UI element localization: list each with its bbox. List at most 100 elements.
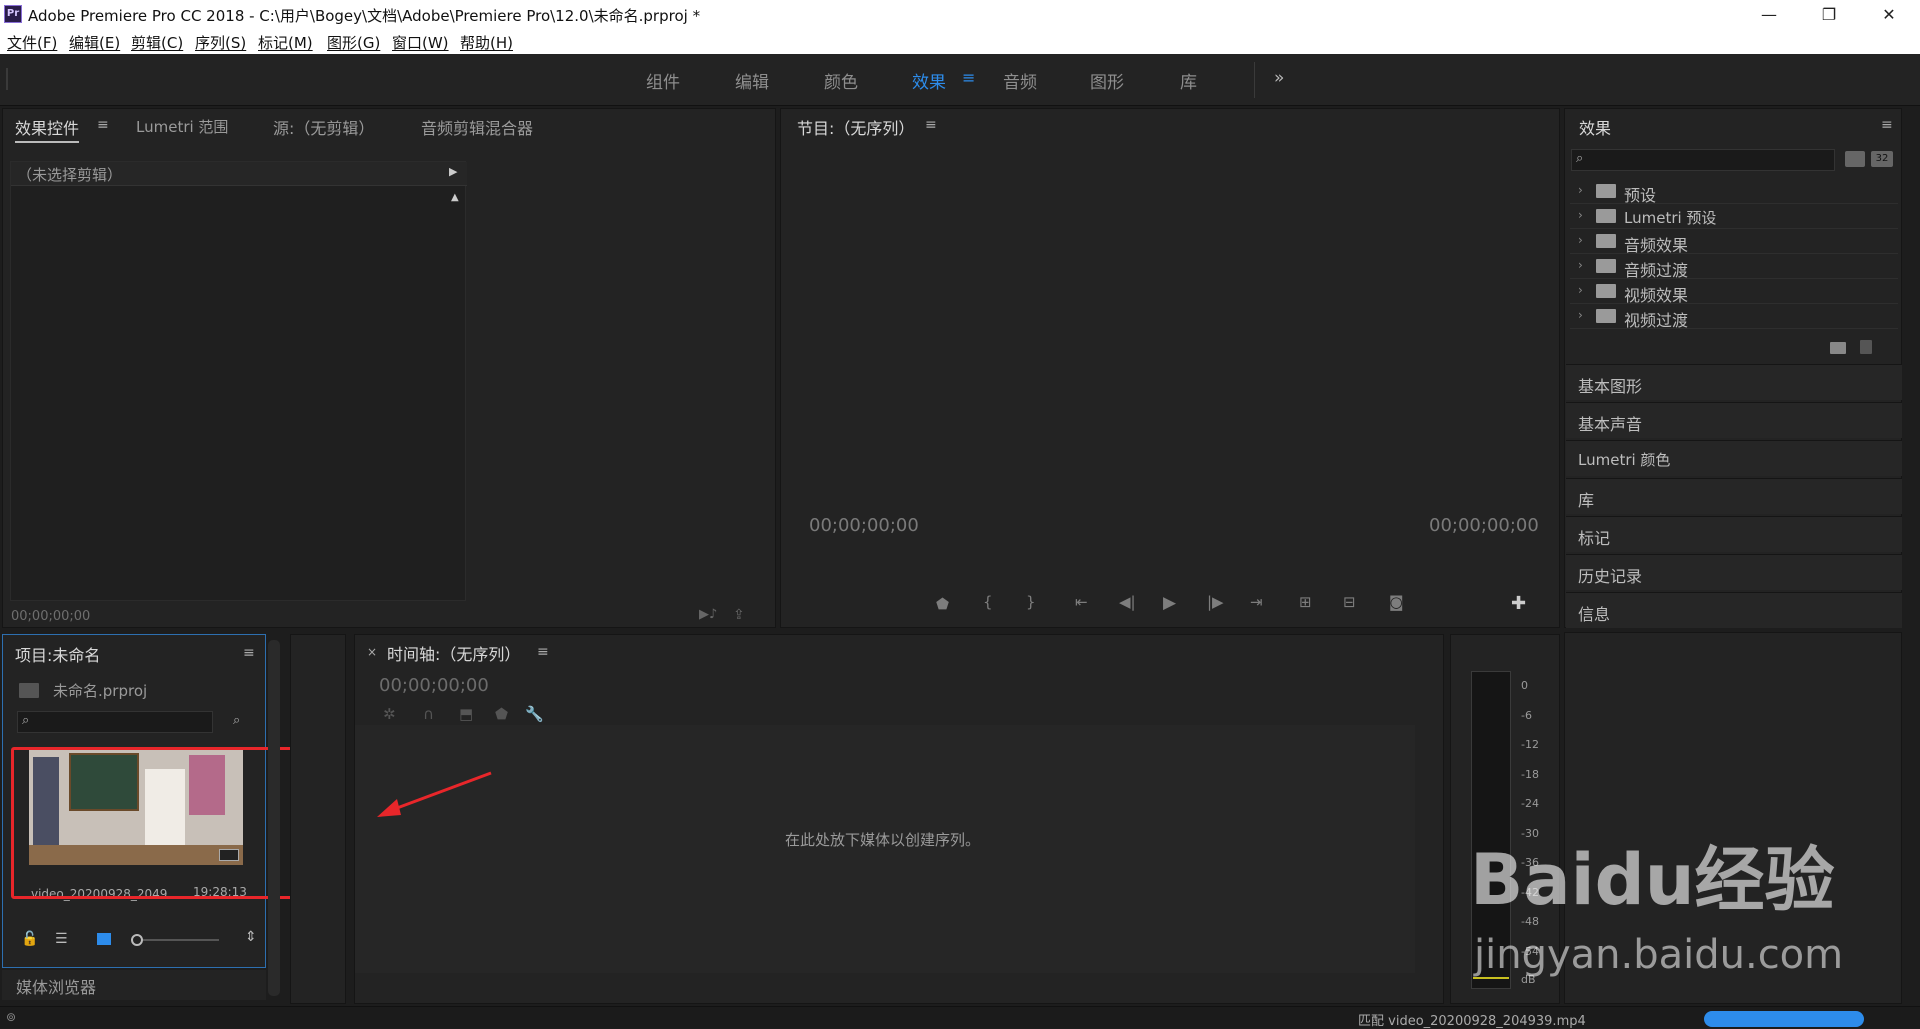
progress-bar [1704, 1011, 1864, 1027]
status-icon[interactable]: ⊚ [6, 1010, 16, 1024]
menu-sequence[interactable]: 序列(S) [195, 32, 246, 53]
section-info[interactable]: 信息 [1566, 592, 1902, 628]
arrow-head [377, 799, 401, 817]
tab-source[interactable]: 源:（无剪辑） [273, 115, 374, 139]
minimize-button[interactable]: — [1746, 0, 1792, 29]
program-timecode-left[interactable]: 00;00;00;00 [809, 515, 919, 536]
add-marker-icon[interactable]: ⬟ [936, 595, 949, 613]
menu-clip[interactable]: 剪辑(C) [131, 32, 183, 53]
workspace-graphics[interactable]: 图形 [1090, 68, 1124, 93]
find-icon[interactable]: ⌕ [233, 713, 240, 728]
zoom-slider-track[interactable] [143, 939, 219, 941]
workspace-libraries[interactable]: 库 [1180, 68, 1197, 93]
folder-icon [1596, 209, 1616, 223]
tab-lumetri-scopes[interactable]: Lumetri 范围 [136, 116, 228, 137]
workspace-effects[interactable]: 效果 [912, 68, 946, 93]
accelerated-effects-icon[interactable] [1845, 151, 1865, 167]
list-view-icon[interactable]: ☰ [55, 931, 68, 947]
button-editor-icon[interactable]: ✚ [1511, 593, 1526, 614]
sort-icon[interactable]: ⇕ [245, 929, 257, 945]
menu-file[interactable]: 文件(F) [7, 32, 57, 53]
step-back-icon[interactable]: ◀| [1119, 593, 1136, 611]
32bit-effects-icon[interactable]: 32 [1871, 151, 1893, 167]
play-audio-icon[interactable]: ▶♪ [699, 607, 717, 622]
step-forward-icon[interactable]: |▶ [1207, 593, 1224, 611]
workspace-overflow-icon[interactable]: » [1274, 68, 1284, 88]
project-menu-icon[interactable]: ≡ [243, 645, 255, 661]
export-icon[interactable]: ⇪ [733, 607, 745, 623]
project-scrollbar[interactable] [268, 640, 280, 996]
export-frame-icon[interactable]: ◙ [1389, 593, 1404, 611]
workspace-color[interactable]: 颜色 [824, 68, 858, 93]
add-marker-timeline-icon[interactable]: ⬒ [459, 705, 473, 723]
lock-icon[interactable]: 🔓 [21, 931, 38, 947]
timeline-drop-area[interactable]: 在此处放下媒体以创建序列。 [355, 725, 1415, 973]
program-monitor-panel: 节目:（无序列） ≡ 00;00;00;00 00;00;00;00 ⬟ { }… [780, 108, 1560, 628]
workspace-editing[interactable]: 编辑 [735, 68, 769, 93]
media-browser-tab[interactable]: 媒体浏览器 [2, 970, 266, 1000]
program-menu-icon[interactable]: ≡ [925, 117, 937, 133]
effects-item-video-transitions[interactable]: › 视频过渡 [1570, 305, 1898, 330]
panel-menu-icon[interactable]: ≡ [97, 117, 109, 133]
restore-button[interactable]: ❐ [1806, 0, 1852, 29]
effects-search-input[interactable]: ⌕ [1571, 149, 1835, 171]
wrench-icon[interactable]: 🔧 [525, 705, 544, 723]
section-libraries[interactable]: 库 [1566, 478, 1902, 514]
new-bin-icon[interactable] [1830, 342, 1846, 354]
close-button[interactable]: ✕ [1866, 0, 1912, 29]
effects-item-audio-effects[interactable]: › 音频效果 [1570, 230, 1898, 255]
tab-effect-controls[interactable]: 效果控件 [15, 115, 80, 143]
play-icon[interactable]: ▶ [1163, 593, 1176, 613]
timeline-menu-icon[interactable]: ≡ [537, 644, 549, 660]
go-to-out-icon[interactable]: ⇥ [1250, 593, 1263, 611]
extract-icon[interactable]: ⊟ [1343, 593, 1356, 611]
section-lumetri-color[interactable]: Lumetri 颜色 [1566, 440, 1902, 476]
menu-markers[interactable]: 标记(M) [258, 32, 313, 53]
effects-item-presets[interactable]: › 预设 [1570, 180, 1898, 205]
annotation-arrow [377, 771, 492, 817]
go-to-in-icon[interactable]: ⇤ [1075, 593, 1088, 611]
linked-selection-icon[interactable]: ∩ [423, 705, 434, 723]
menu-graphics[interactable]: 图形(G) [327, 32, 380, 53]
workspace-menu-icon[interactable]: ≡ [962, 68, 975, 87]
search-icon: ⌕ [1576, 151, 1584, 166]
workspace-audio[interactable]: 音频 [1003, 68, 1037, 93]
section-history[interactable]: 历史记录 [1566, 554, 1902, 590]
chevron-right-icon: › [1578, 258, 1583, 272]
section-markers[interactable]: 标记 [1566, 516, 1902, 552]
effects-item-video-effects[interactable]: › 视频效果 [1570, 280, 1898, 305]
project-file-icon [19, 683, 39, 698]
snap-icon[interactable]: ✲ [383, 705, 396, 723]
timeline-title[interactable]: 时间轴:（无序列） [387, 641, 520, 665]
menu-window[interactable]: 窗口(W) [392, 32, 449, 53]
menu-help[interactable]: 帮助(H) [460, 32, 513, 53]
section-essential-sound[interactable]: 基本声音 [1566, 402, 1902, 438]
window-title: Adobe Premiere Pro CC 2018 - C:\用户\Bogey… [28, 7, 701, 25]
project-title[interactable]: 项目:未命名 [15, 642, 100, 666]
effects-item-lumetri-presets[interactable]: › Lumetri 预设 [1570, 205, 1898, 229]
delete-icon[interactable] [1860, 340, 1872, 354]
workspace-assembly[interactable]: 组件 [646, 68, 680, 93]
scroll-up-icon[interactable]: ▲ [451, 192, 459, 203]
timeline-close-icon[interactable]: × [367, 645, 377, 659]
premiere-app-icon: Pr [4, 5, 22, 23]
lift-icon[interactable]: ⊞ [1299, 593, 1312, 611]
section-essential-graphics[interactable]: 基本图形 [1566, 364, 1902, 400]
project-search-input[interactable]: ⌕ [17, 711, 213, 733]
folder-icon [1596, 284, 1616, 298]
mark-out-icon[interactable]: } [1026, 593, 1036, 611]
mark-in-icon[interactable]: { [983, 593, 993, 611]
program-title[interactable]: 节目:（无序列） [797, 115, 914, 139]
menu-edit[interactable]: 编辑(E) [69, 32, 120, 53]
expand-arrow-icon[interactable]: ▶ [449, 165, 457, 178]
icon-view-icon[interactable] [97, 933, 111, 945]
effects-menu-icon[interactable]: ≡ [1881, 117, 1893, 133]
timeline-timecode[interactable]: 00;00;00;00 [379, 675, 489, 696]
title-bar: Pr Adobe Premiere Pro CC 2018 - C:\用户\Bo… [0, 0, 1920, 29]
project-panel: 项目:未命名 ≡ 未命名.prproj ⌕ ⌕ video_20200928_2… [2, 634, 309, 968]
zoom-slider-handle[interactable] [131, 934, 143, 946]
effects-title[interactable]: 效果 [1579, 115, 1611, 139]
effects-item-audio-transitions[interactable]: › 音频过渡 [1570, 255, 1898, 280]
tab-audio-clip-mixer[interactable]: 音频剪辑混合器 [421, 115, 533, 139]
marker-icon[interactable]: ⬟ [495, 705, 508, 723]
